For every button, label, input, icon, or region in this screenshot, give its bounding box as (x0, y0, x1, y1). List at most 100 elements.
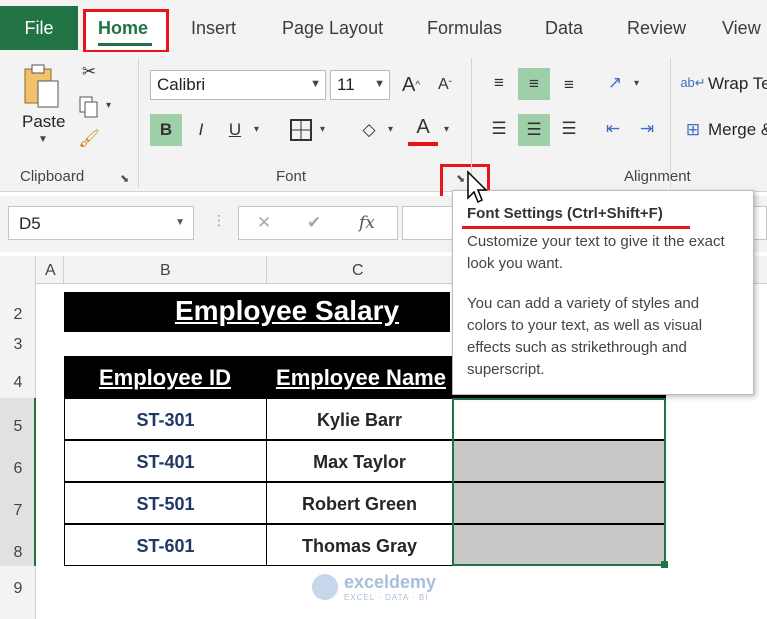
mouse-pointer-icon (466, 170, 488, 211)
wrap-text-icon[interactable]: ab↵ (680, 68, 706, 98)
employee-name-cell[interactable]: Robert Green (266, 482, 453, 524)
align-left-icon[interactable]: ☰ (484, 114, 514, 144)
employee-name-cell[interactable]: Max Taylor (266, 440, 453, 482)
row-header-5[interactable]: 5 (0, 418, 36, 436)
tab-data[interactable]: Data (545, 18, 583, 39)
row-header-2[interactable]: 2 (0, 306, 36, 324)
align-center-icon[interactable]: ☰ (518, 114, 550, 146)
tooltip-text: You can add a variety of styles and colo… (467, 295, 703, 378)
row-header-7[interactable]: 7 (0, 502, 36, 520)
copy-icon[interactable] (76, 94, 102, 120)
name-box-value: D5 (19, 214, 41, 233)
tab-formulas[interactable]: Formulas (427, 18, 502, 39)
cancel-icon[interactable]: ✕ (257, 213, 271, 233)
wrap-text-button[interactable]: Wrap Te (708, 74, 767, 94)
salary-cell-d7[interactable] (452, 482, 666, 524)
tooltip-text: Customize your text to give it the exact… (467, 233, 725, 272)
fill-color-icon[interactable]: ◇ (354, 114, 384, 146)
tooltip-title-underline (462, 226, 690, 229)
bottom-align-icon[interactable]: ≡ (554, 70, 584, 100)
employee-id-cell[interactable]: ST-501 (64, 482, 267, 524)
row-header-9[interactable]: 9 (0, 580, 36, 598)
group-separator (471, 58, 472, 188)
header-employee-id[interactable]: Employee ID (64, 356, 266, 398)
borders-dropdown-icon[interactable]: ▾ (320, 124, 325, 135)
clipboard-group-label: Clipboard (20, 168, 85, 185)
formula-buttons: ✕ ✔ fx (238, 206, 398, 240)
chevron-down-icon: ▼ (310, 78, 321, 90)
chevron-down-icon: ▼ (175, 217, 185, 228)
merge-center-button[interactable]: Merge & (708, 120, 767, 140)
fill-handle[interactable] (661, 561, 668, 568)
row-header-8[interactable]: 8 (0, 544, 36, 562)
underline-dropdown-icon[interactable]: ▾ (254, 124, 259, 135)
font-dialog-launcher-icon[interactable]: ⬊ (456, 172, 465, 185)
underline-button[interactable]: U (222, 114, 248, 146)
column-header-c[interactable]: C (352, 262, 364, 280)
bold-button[interactable]: B (150, 114, 182, 146)
borders-icon[interactable] (286, 114, 316, 146)
name-box[interactable]: D5 ▼ (8, 206, 194, 240)
tab-review[interactable]: Review (627, 18, 686, 39)
orientation-icon[interactable]: ↗ (600, 68, 630, 98)
paste-icon (24, 64, 59, 108)
header-employee-name[interactable]: Employee Name (266, 356, 456, 398)
italic-button[interactable]: I (188, 114, 214, 146)
insert-function-icon[interactable]: fx (359, 213, 375, 233)
row-header-4[interactable]: 4 (0, 374, 36, 392)
salary-cell-d5[interactable] (452, 398, 666, 440)
row-header-6[interactable]: 6 (0, 460, 36, 478)
decrease-font-size-icon[interactable]: Aˇ (432, 70, 458, 100)
paste-button[interactable] (18, 62, 66, 110)
select-all-corner[interactable] (0, 256, 36, 284)
column-header-a[interactable]: A (45, 262, 56, 280)
tab-file[interactable]: File (0, 6, 78, 50)
salary-cell-d8[interactable] (452, 524, 666, 566)
employee-name-cell[interactable]: Kylie Barr (266, 398, 453, 440)
cut-icon[interactable]: ✂ (78, 60, 100, 84)
watermark: exceldemy EXCEL · DATA · BI (312, 572, 436, 602)
font-group-label: Font (276, 168, 307, 185)
increase-font-size-icon[interactable]: A ^ (398, 70, 424, 100)
chevron-down-icon: ▼ (374, 78, 385, 90)
middle-align-icon[interactable]: ≡ (518, 68, 550, 100)
exceldemy-logo-icon (312, 574, 338, 600)
orientation-dropdown-icon[interactable]: ▾ (634, 78, 639, 89)
column-header-b[interactable]: B (160, 262, 171, 280)
clipboard-launcher-icon[interactable]: ⬊ (120, 172, 129, 185)
tab-home[interactable]: Home (98, 18, 148, 39)
format-painter-icon[interactable]: 🖌 (76, 126, 102, 152)
merge-icon[interactable]: ⊞ (680, 116, 706, 144)
employee-name-cell[interactable]: Thomas Gray (266, 524, 453, 566)
tab-page-layout[interactable]: Page Layout (282, 18, 383, 39)
employee-id-cell[interactable]: ST-601 (64, 524, 267, 566)
watermark-tagline: EXCEL · DATA · BI (344, 593, 429, 602)
alignment-group-label: Alignment (624, 168, 691, 185)
tab-home-underline (98, 43, 152, 46)
row-header-3[interactable]: 3 (0, 336, 36, 354)
font-color-icon[interactable]: A (408, 112, 438, 146)
align-right-icon[interactable]: ☰ (554, 114, 584, 144)
fill-color-dropdown-icon[interactable]: ▾ (388, 124, 393, 135)
salary-cell-d6[interactable] (452, 440, 666, 482)
font-name-select[interactable]: Calibri ▼ (150, 70, 326, 100)
sheet-title[interactable]: Employee Salary (64, 292, 450, 332)
font-size-select[interactable]: 11 ▼ (330, 70, 390, 100)
decrease-indent-icon[interactable]: ⇤ (598, 114, 628, 144)
tab-view[interactable]: View (722, 18, 761, 39)
top-align-icon[interactable]: ≡ (484, 68, 514, 98)
enter-icon[interactable]: ✔ (307, 213, 321, 233)
font-size-value: 11 (337, 75, 355, 94)
employee-id-cell[interactable]: ST-401 (64, 440, 267, 482)
more-options-icon: ⋮ (212, 212, 226, 228)
employee-id-cell[interactable]: ST-301 (64, 398, 267, 440)
increase-indent-icon[interactable]: ⇥ (632, 114, 662, 144)
watermark-brand: exceldemy (344, 572, 437, 592)
font-settings-tooltip: Font Settings (Ctrl+Shift+F) Customize y… (452, 190, 754, 395)
font-color-dropdown-icon[interactable]: ▾ (444, 124, 449, 135)
paste-label: Paste (22, 112, 66, 131)
group-separator (138, 58, 139, 188)
tab-insert[interactable]: Insert (191, 18, 236, 39)
copy-dropdown-icon[interactable]: ▾ (106, 100, 111, 111)
paste-dropdown-icon[interactable]: ▼ (38, 134, 48, 145)
